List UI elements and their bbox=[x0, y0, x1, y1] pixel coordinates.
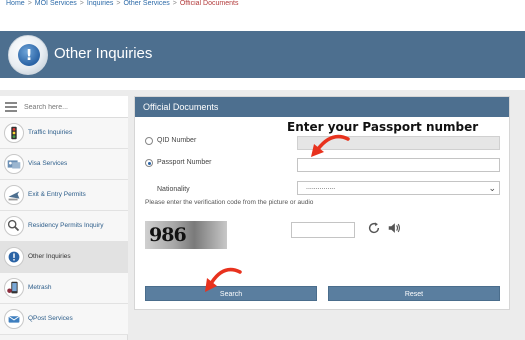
sidebar-item-other-inquiries[interactable]: Other Inquiries bbox=[0, 242, 128, 273]
breadcrumb-other-services[interactable]: Other Services bbox=[123, 0, 169, 7]
hamburger-menu-icon[interactable] bbox=[5, 102, 17, 112]
breadcrumb-current: Official Documents bbox=[179, 0, 239, 7]
sidebar-item-label: Exit & Entry Permits bbox=[28, 191, 86, 198]
breadcrumb: Home > MOI Services > Inquiries > Other Servic… bbox=[6, 0, 239, 7]
sidebar-item-label: Residency Permits Inquiry bbox=[28, 222, 104, 229]
qid-label: QID Number bbox=[157, 137, 197, 144]
captcha-image: 986 bbox=[145, 221, 227, 249]
audio-speaker-icon[interactable] bbox=[387, 221, 401, 235]
visa-icon bbox=[4, 154, 24, 174]
captcha-input[interactable] bbox=[291, 222, 355, 238]
sidebar-item-exit-entry-permits[interactable]: Exit & Entry Permits bbox=[0, 180, 128, 211]
sidebar-item-metrash[interactable]: Metrash bbox=[0, 273, 128, 304]
traffic-light-icon bbox=[4, 123, 24, 143]
airplane-icon bbox=[4, 185, 24, 205]
reset-button[interactable]: Reset bbox=[328, 286, 500, 301]
sidebar-item-label: Other Inquiries bbox=[28, 253, 71, 260]
passport-radio[interactable] bbox=[145, 159, 153, 167]
page-title: Other Inquiries bbox=[54, 45, 153, 62]
residency-icon bbox=[4, 216, 24, 236]
panel-header: Official Documents bbox=[135, 97, 509, 117]
nationality-label: Nationality bbox=[157, 186, 190, 193]
chevron-down-icon: ⌄ bbox=[488, 183, 496, 193]
qpost-icon bbox=[4, 309, 24, 329]
sidebar-item-label: Traffic Inquiries bbox=[28, 129, 73, 136]
captcha-text: 986 bbox=[149, 224, 187, 246]
annotation-arrow-passport bbox=[311, 134, 350, 157]
panel-title: Official Documents bbox=[143, 102, 219, 112]
sidebar-item-traffic-inquiries[interactable]: Traffic Inquiries bbox=[0, 118, 128, 149]
sidebar-item-label: QPost Services bbox=[28, 315, 73, 322]
info-exclamation-icon: ! bbox=[8, 35, 48, 75]
sidebar-item-residency-permits[interactable]: Residency Permits Inquiry bbox=[0, 211, 128, 242]
passport-label: Passport Number bbox=[157, 159, 212, 166]
sidebar-item-qpost-services[interactable]: QPost Services bbox=[0, 304, 128, 335]
info-icon bbox=[4, 247, 24, 267]
annotation-arrow-search bbox=[205, 267, 242, 292]
nationality-value: ............... bbox=[306, 184, 336, 191]
verification-note: Please enter the verification code from … bbox=[145, 199, 314, 206]
sidebar: Traffic Inquiries Visa Services Exit & E… bbox=[0, 96, 128, 340]
qid-radio[interactable] bbox=[145, 137, 153, 145]
nationality-select[interactable]: ............... ⌄ bbox=[297, 181, 500, 195]
sidebar-search bbox=[0, 96, 128, 118]
breadcrumb-inquiries[interactable]: Inquiries bbox=[87, 0, 113, 7]
metrash-phone-icon bbox=[4, 278, 24, 298]
breadcrumb-moi-services[interactable]: MOI Services bbox=[35, 0, 77, 7]
sidebar-search-input[interactable] bbox=[24, 99, 124, 115]
sidebar-item-label: Metrash bbox=[28, 284, 52, 291]
refresh-icon[interactable] bbox=[367, 221, 381, 235]
breadcrumb-home[interactable]: Home bbox=[6, 0, 25, 7]
sidebar-item-label: Visa Services bbox=[28, 160, 68, 167]
page-banner: ! Other Inquiries bbox=[0, 30, 525, 78]
sidebar-item-visa-services[interactable]: Visa Services bbox=[0, 149, 128, 180]
